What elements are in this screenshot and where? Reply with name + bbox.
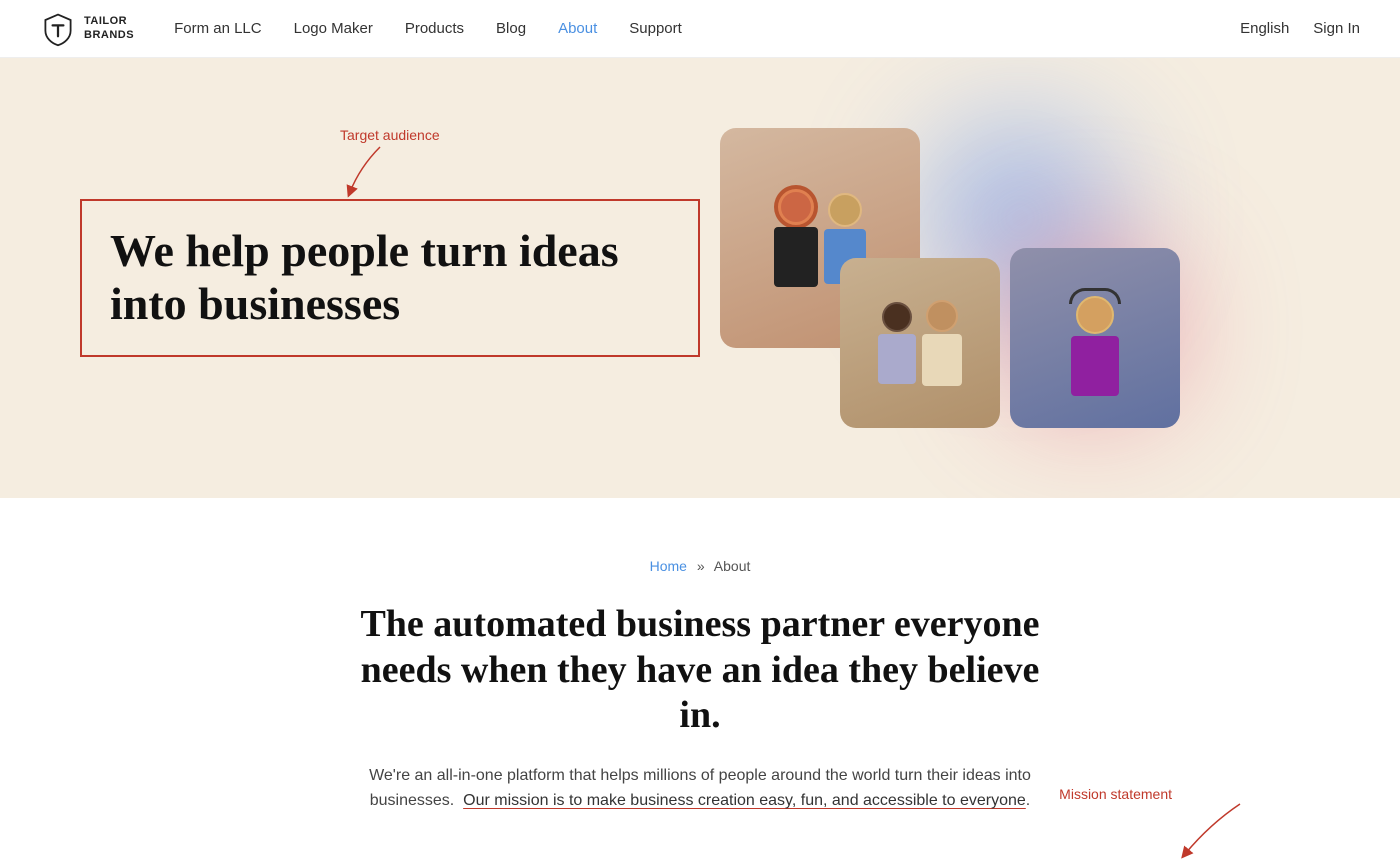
navbar: TAILOR BRANDS Form an LLC Logo Maker Pro…: [0, 0, 1400, 58]
logo-icon: [40, 11, 76, 47]
hero-images-container: [820, 118, 1200, 438]
nav-logo-maker[interactable]: Logo Maker: [294, 20, 373, 37]
nav-form-llc[interactable]: Form an LLC: [174, 20, 262, 37]
sign-in-button[interactable]: Sign In: [1313, 20, 1360, 37]
breadcrumb-separator: »: [697, 558, 705, 574]
annotation-label: Target audience: [340, 127, 440, 143]
nav-products[interactable]: Products: [405, 20, 464, 37]
nav-blog[interactable]: Blog: [496, 20, 526, 37]
photo-card-group3: [1010, 248, 1180, 428]
logo-text: TAILOR BRANDS: [84, 15, 134, 41]
section2-headline: The automated business partner everyone …: [340, 602, 1060, 739]
hero-left: Target audience We help people turn idea…: [80, 199, 700, 357]
hero-headline-box: We help people turn ideas into businesse…: [80, 199, 700, 357]
section2: Home » About The automated business part…: [0, 498, 1400, 854]
target-audience-annotation: Target audience: [340, 127, 440, 197]
language-selector[interactable]: English: [1240, 20, 1289, 37]
breadcrumb-home[interactable]: Home: [650, 558, 687, 574]
hero-section: Target audience We help people turn idea…: [0, 58, 1400, 498]
mission-period: .: [1026, 792, 1030, 809]
breadcrumb-current: About: [714, 558, 751, 574]
breadcrumb: Home » About: [40, 558, 1360, 574]
logo[interactable]: TAILOR BRANDS: [40, 11, 134, 47]
nav-support[interactable]: Support: [629, 20, 682, 37]
nav-right: English Sign In: [1240, 20, 1360, 37]
photo-card-group2: [840, 258, 1000, 428]
nav-about[interactable]: About: [558, 20, 597, 37]
mission-annotation: Mission statement: [1059, 786, 1260, 864]
section2-body: We're an all-in-one platform that helps …: [360, 763, 1040, 814]
nav-links: Form an LLC Logo Maker Products Blog Abo…: [174, 20, 1240, 37]
hero-headline: We help people turn ideas into businesse…: [110, 225, 670, 331]
hero-right: [700, 118, 1320, 438]
mission-arrow-svg: [1180, 804, 1260, 864]
mission-annotation-label: Mission statement: [1059, 786, 1172, 802]
annotation-arrow-svg: [340, 147, 420, 197]
mission-link[interactable]: Our mission is to make business creation…: [463, 792, 1026, 809]
